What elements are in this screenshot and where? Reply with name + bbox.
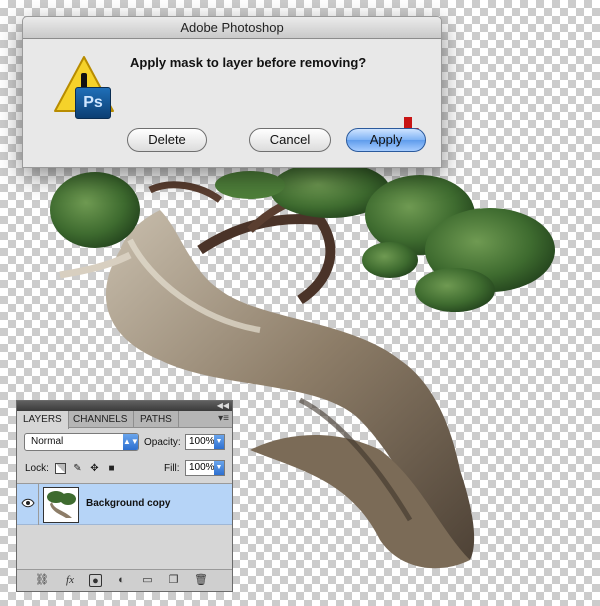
panel-footer: ⛓ fx ● ◐ ▭ ❐ 🗑 — [17, 569, 232, 591]
chevron-down-icon[interactable]: ▼ — [214, 461, 224, 475]
tab-paths[interactable]: PATHS — [134, 411, 179, 428]
fill-value: 100% — [189, 462, 215, 473]
lock-transparency-icon[interactable] — [55, 463, 66, 474]
delete-button[interactable]: Delete — [127, 128, 207, 152]
folder-icon[interactable]: ▭ — [141, 574, 154, 587]
layer-thumbnail — [43, 487, 79, 523]
collapse-icon[interactable]: ◀◀ — [217, 401, 229, 411]
visibility-toggle[interactable] — [17, 484, 39, 525]
layers-panel: ◀◀ LAYERS CHANNELS PATHS ▾≡ Normal ▲▼ Op… — [16, 400, 233, 592]
panel-title-bar[interactable]: ◀◀ — [17, 401, 232, 411]
layers-list: Background copy — [17, 483, 232, 569]
lock-label: Lock: — [25, 463, 49, 474]
fx-icon[interactable]: fx — [61, 574, 79, 587]
trash-icon[interactable]: 🗑 — [194, 574, 208, 587]
lock-all-icon[interactable]: ■ — [106, 463, 117, 474]
layer-name: Background copy — [86, 498, 171, 509]
eye-icon — [21, 498, 35, 508]
fill-field[interactable]: 100% ▼ — [185, 460, 225, 476]
dialog-title: Adobe Photoshop — [23, 17, 441, 39]
photoshop-app-icon: Ps — [75, 87, 111, 119]
lock-brush-icon[interactable]: ✎ — [72, 463, 83, 474]
opacity-label: Opacity: — [144, 437, 181, 448]
cancel-button[interactable]: Cancel — [249, 128, 331, 152]
panel-tabs: LAYERS CHANNELS PATHS ▾≡ — [17, 411, 232, 429]
alert-dialog: Adobe Photoshop Ps Apply mask to layer b… — [22, 16, 442, 168]
lock-move-icon[interactable]: ✥ — [89, 463, 100, 474]
opacity-field[interactable]: 100% ▼ — [185, 434, 225, 450]
opacity-value: 100% — [189, 436, 215, 447]
blend-mode-select[interactable]: Normal ▲▼ — [24, 433, 139, 451]
apply-button[interactable]: Apply — [346, 128, 426, 152]
chevron-down-icon[interactable]: ▼ — [214, 435, 224, 449]
link-icon[interactable]: ⛓ — [35, 574, 49, 587]
new-layer-icon[interactable]: ❐ — [167, 574, 180, 587]
tab-layers[interactable]: LAYERS — [17, 411, 69, 429]
dialog-message: Apply mask to layer before removing? — [130, 55, 367, 70]
panel-menu-icon[interactable]: ▾≡ — [218, 413, 229, 424]
adjustment-icon[interactable]: ◐ — [115, 574, 128, 587]
fill-label: Fill: — [164, 463, 180, 474]
tab-channels[interactable]: CHANNELS — [67, 411, 135, 428]
mask-icon[interactable]: ● — [89, 574, 102, 587]
chevron-updown-icon: ▲▼ — [123, 434, 139, 450]
blend-mode-value: Normal — [31, 436, 64, 447]
layer-row[interactable]: Background copy — [17, 484, 232, 525]
